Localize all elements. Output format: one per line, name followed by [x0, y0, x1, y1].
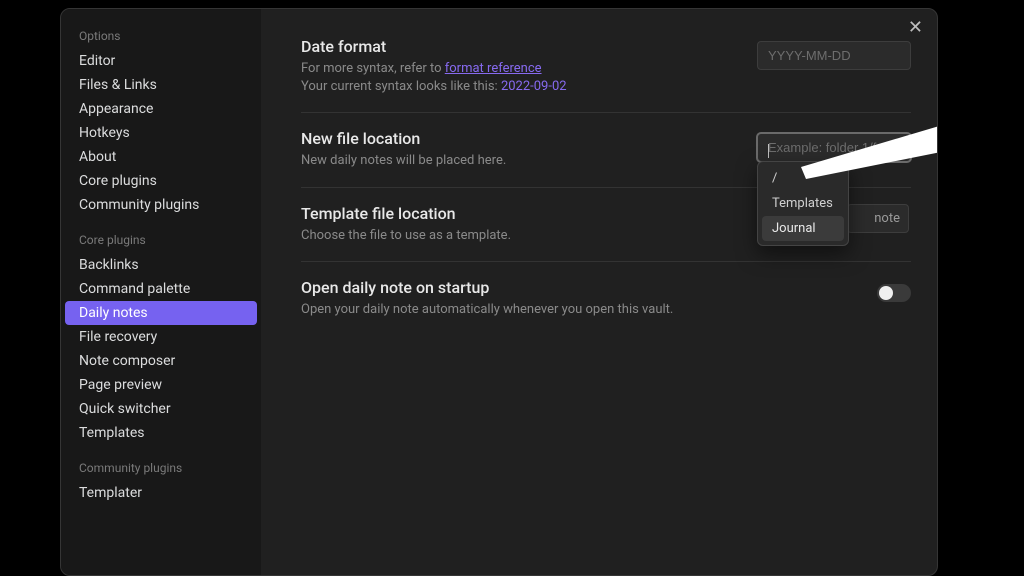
template-file-input-peek[interactable]: note: [847, 204, 909, 233]
sidebar-item-templates[interactable]: Templates: [65, 421, 257, 445]
section-title-options: Options: [65, 25, 257, 49]
sidebar-item-templater[interactable]: Templater: [65, 481, 257, 505]
setting-desc: For more syntax, refer to format referen…: [301, 60, 737, 96]
sidebar-item-file-recovery[interactable]: File recovery: [65, 325, 257, 349]
sidebar-item-page-preview[interactable]: Page preview: [65, 373, 257, 397]
setting-new-file-location: New file location New daily notes will b…: [301, 129, 911, 187]
section-title-core-plugins: Core plugins: [65, 217, 257, 253]
sidebar-item-appearance[interactable]: Appearance: [65, 97, 257, 121]
setting-open-on-startup: Open daily note on startup Open your dai…: [301, 278, 911, 335]
text-cursor: [768, 144, 769, 158]
open-on-startup-toggle[interactable]: [877, 284, 911, 302]
date-preview: 2022-09-02: [501, 79, 567, 94]
sidebar-item-command-palette[interactable]: Command palette: [65, 277, 257, 301]
date-format-input[interactable]: [757, 41, 911, 70]
section-title-community-plugins: Community plugins: [65, 445, 257, 481]
setting-title: Date format: [301, 37, 737, 56]
sidebar-item-about[interactable]: About: [65, 145, 257, 169]
sidebar-item-files-links[interactable]: Files & Links: [65, 73, 257, 97]
setting-title: Open daily note on startup: [301, 278, 737, 297]
close-icon[interactable]: ✕: [908, 19, 923, 37]
folder-suggestions-dropdown: / Templates Journal: [757, 161, 849, 246]
suggestion-journal[interactable]: Journal: [762, 216, 844, 241]
setting-title: New file location: [301, 129, 737, 148]
setting-desc: Choose the file to use as a template.: [301, 227, 737, 245]
toggle-knob: [879, 286, 893, 300]
settings-main: ✕ Date format For more syntax, refer to …: [261, 9, 937, 575]
settings-sidebar: Options Editor Files & Links Appearance …: [61, 9, 261, 575]
setting-desc: Open your daily note automatically whene…: [301, 301, 737, 319]
sidebar-item-backlinks[interactable]: Backlinks: [65, 253, 257, 277]
settings-modal: Options Editor Files & Links Appearance …: [60, 8, 938, 576]
setting-title: Template file location: [301, 204, 737, 223]
new-file-location-input[interactable]: [757, 133, 911, 162]
suggestion-root[interactable]: /: [762, 166, 844, 191]
sidebar-item-editor[interactable]: Editor: [65, 49, 257, 73]
sidebar-item-quick-switcher[interactable]: Quick switcher: [65, 397, 257, 421]
sidebar-item-community-plugins[interactable]: Community plugins: [65, 193, 257, 217]
setting-desc: New daily notes will be placed here.: [301, 152, 737, 170]
sidebar-item-hotkeys[interactable]: Hotkeys: [65, 121, 257, 145]
format-reference-link[interactable]: format reference: [445, 61, 542, 76]
setting-date-format: Date format For more syntax, refer to fo…: [301, 37, 911, 113]
sidebar-item-core-plugins[interactable]: Core plugins: [65, 169, 257, 193]
sidebar-item-note-composer[interactable]: Note composer: [65, 349, 257, 373]
suggestion-templates[interactable]: Templates: [762, 191, 844, 216]
sidebar-item-daily-notes[interactable]: Daily notes: [65, 301, 257, 325]
